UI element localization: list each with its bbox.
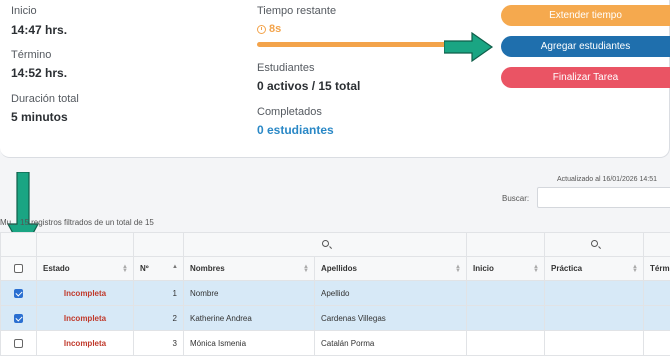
column-header-practica[interactable]: Práctica ▲▼	[545, 257, 644, 281]
search-input[interactable]	[537, 187, 670, 208]
end-label: Término	[11, 49, 51, 61]
sort-asc-icon: ▲	[172, 265, 178, 269]
start-value: 14:47 hrs.	[11, 23, 67, 37]
end-value: 14:52 hrs.	[11, 66, 67, 80]
column-label: Térmi...	[650, 264, 670, 273]
start-cell	[467, 306, 545, 331]
sort-icon: ▲▼	[303, 265, 309, 273]
search-label: Buscar:	[502, 194, 529, 203]
status-cell: Incompleta	[37, 281, 134, 306]
students-table: Estado ▲▼ Nº ▲ Nombres ▲▼ Apellidos ▲▼ Inici…	[0, 232, 670, 356]
table-header-row: Estado ▲▼ Nº ▲ Nombres ▲▼ Apellidos ▲▼ Inici…	[1, 257, 670, 281]
remaining-progress-bar	[257, 42, 457, 47]
column-header-inicio[interactable]: Inicio ▲▼	[467, 257, 545, 281]
select-all-checkbox[interactable]	[1, 257, 37, 281]
column-header-termino[interactable]: Térmi...	[644, 257, 670, 281]
practice-cell	[545, 331, 644, 356]
last-name-cell: Cardenas Villegas	[315, 306, 467, 331]
end-cell	[644, 306, 670, 331]
remaining-timer: 8s	[257, 23, 281, 35]
column-label: Apellidos	[321, 264, 357, 273]
updated-timestamp: Actualizado al 16/01/2026 14:51	[557, 176, 657, 183]
practice-cell	[545, 306, 644, 331]
completed-value: 0 estudiantes	[257, 123, 334, 137]
first-name-cell: Nombre	[184, 281, 315, 306]
sort-icon: ▲▼	[632, 265, 638, 273]
sort-icon: ▲▼	[122, 265, 128, 273]
column-header-num[interactable]: Nº ▲	[134, 257, 184, 281]
zoom-icon	[591, 240, 598, 247]
sort-icon: ▲▼	[455, 265, 461, 273]
start-cell	[467, 331, 545, 356]
end-cell	[644, 331, 670, 356]
number-cell: 1	[134, 281, 184, 306]
completed-label: Completados	[257, 106, 322, 118]
records-info: Mu... 15 registros filtrados de un total…	[0, 218, 154, 227]
row-checkbox[interactable]	[1, 331, 37, 356]
column-label: Nombres	[190, 264, 225, 273]
sort-icon: ▲▼	[533, 265, 539, 273]
clock-icon	[257, 25, 266, 34]
number-cell: 3	[134, 331, 184, 356]
checkbox-icon	[14, 339, 23, 348]
last-name-cell: Apellido	[315, 281, 467, 306]
last-name-cell: Catalán Porma	[315, 331, 467, 356]
number-cell: 2	[134, 306, 184, 331]
checkbox-checked-icon	[14, 314, 23, 323]
first-name-cell: Katherine Andrea	[184, 306, 315, 331]
students-label: Estudiantes	[257, 62, 314, 74]
remaining-label: Tiempo restante	[257, 5, 336, 17]
table-row[interactable]: Incompleta 1 Nombre Apellido	[1, 281, 670, 306]
duration-value: 5 minutos	[11, 110, 68, 124]
column-header-estado[interactable]: Estado ▲▼	[37, 257, 134, 281]
remaining-value: 8s	[269, 23, 281, 35]
column-header-apellidos[interactable]: Apellidos ▲▼	[315, 257, 467, 281]
first-name-cell: Mónica Ismenia	[184, 331, 315, 356]
zoom-icon	[322, 240, 329, 247]
row-checkbox[interactable]	[1, 281, 37, 306]
row-checkbox[interactable]	[1, 306, 37, 331]
column-label: Práctica	[551, 264, 582, 273]
table-row[interactable]: Incompleta 2 Katherine Andrea Cardenas V…	[1, 306, 670, 331]
column-header-nombres[interactable]: Nombres ▲▼	[184, 257, 315, 281]
add-students-button[interactable]: Agregar estudiantes	[501, 36, 670, 57]
arrow-right-icon	[444, 32, 494, 62]
status-cell: Incompleta	[37, 331, 134, 356]
start-label: Inicio	[11, 5, 37, 17]
column-label: Nº	[140, 264, 149, 273]
practice-cell	[545, 281, 644, 306]
column-filter-row	[1, 233, 670, 257]
table-row[interactable]: Incompleta 3 Mónica Ismenia Catalán Porm…	[1, 331, 670, 356]
finish-task-button[interactable]: Finalizar Tarea	[501, 67, 670, 88]
column-label: Estado	[43, 264, 70, 273]
checkbox-icon	[14, 264, 23, 273]
start-cell	[467, 281, 545, 306]
end-cell	[644, 281, 670, 306]
checkbox-checked-icon	[14, 289, 23, 298]
students-value: 0 activos / 15 total	[257, 79, 360, 93]
duration-label: Duración total	[11, 93, 79, 105]
filter-zoom-cell[interactable]	[184, 233, 467, 257]
task-summary-card: Inicio 14:47 hrs. Término 14:52 hrs. Dur…	[0, 0, 670, 158]
filter-zoom-cell[interactable]	[545, 233, 644, 257]
column-label: Inicio	[473, 264, 494, 273]
extend-time-button[interactable]: Extender tiempo	[501, 5, 670, 26]
status-cell: Incompleta	[37, 306, 134, 331]
